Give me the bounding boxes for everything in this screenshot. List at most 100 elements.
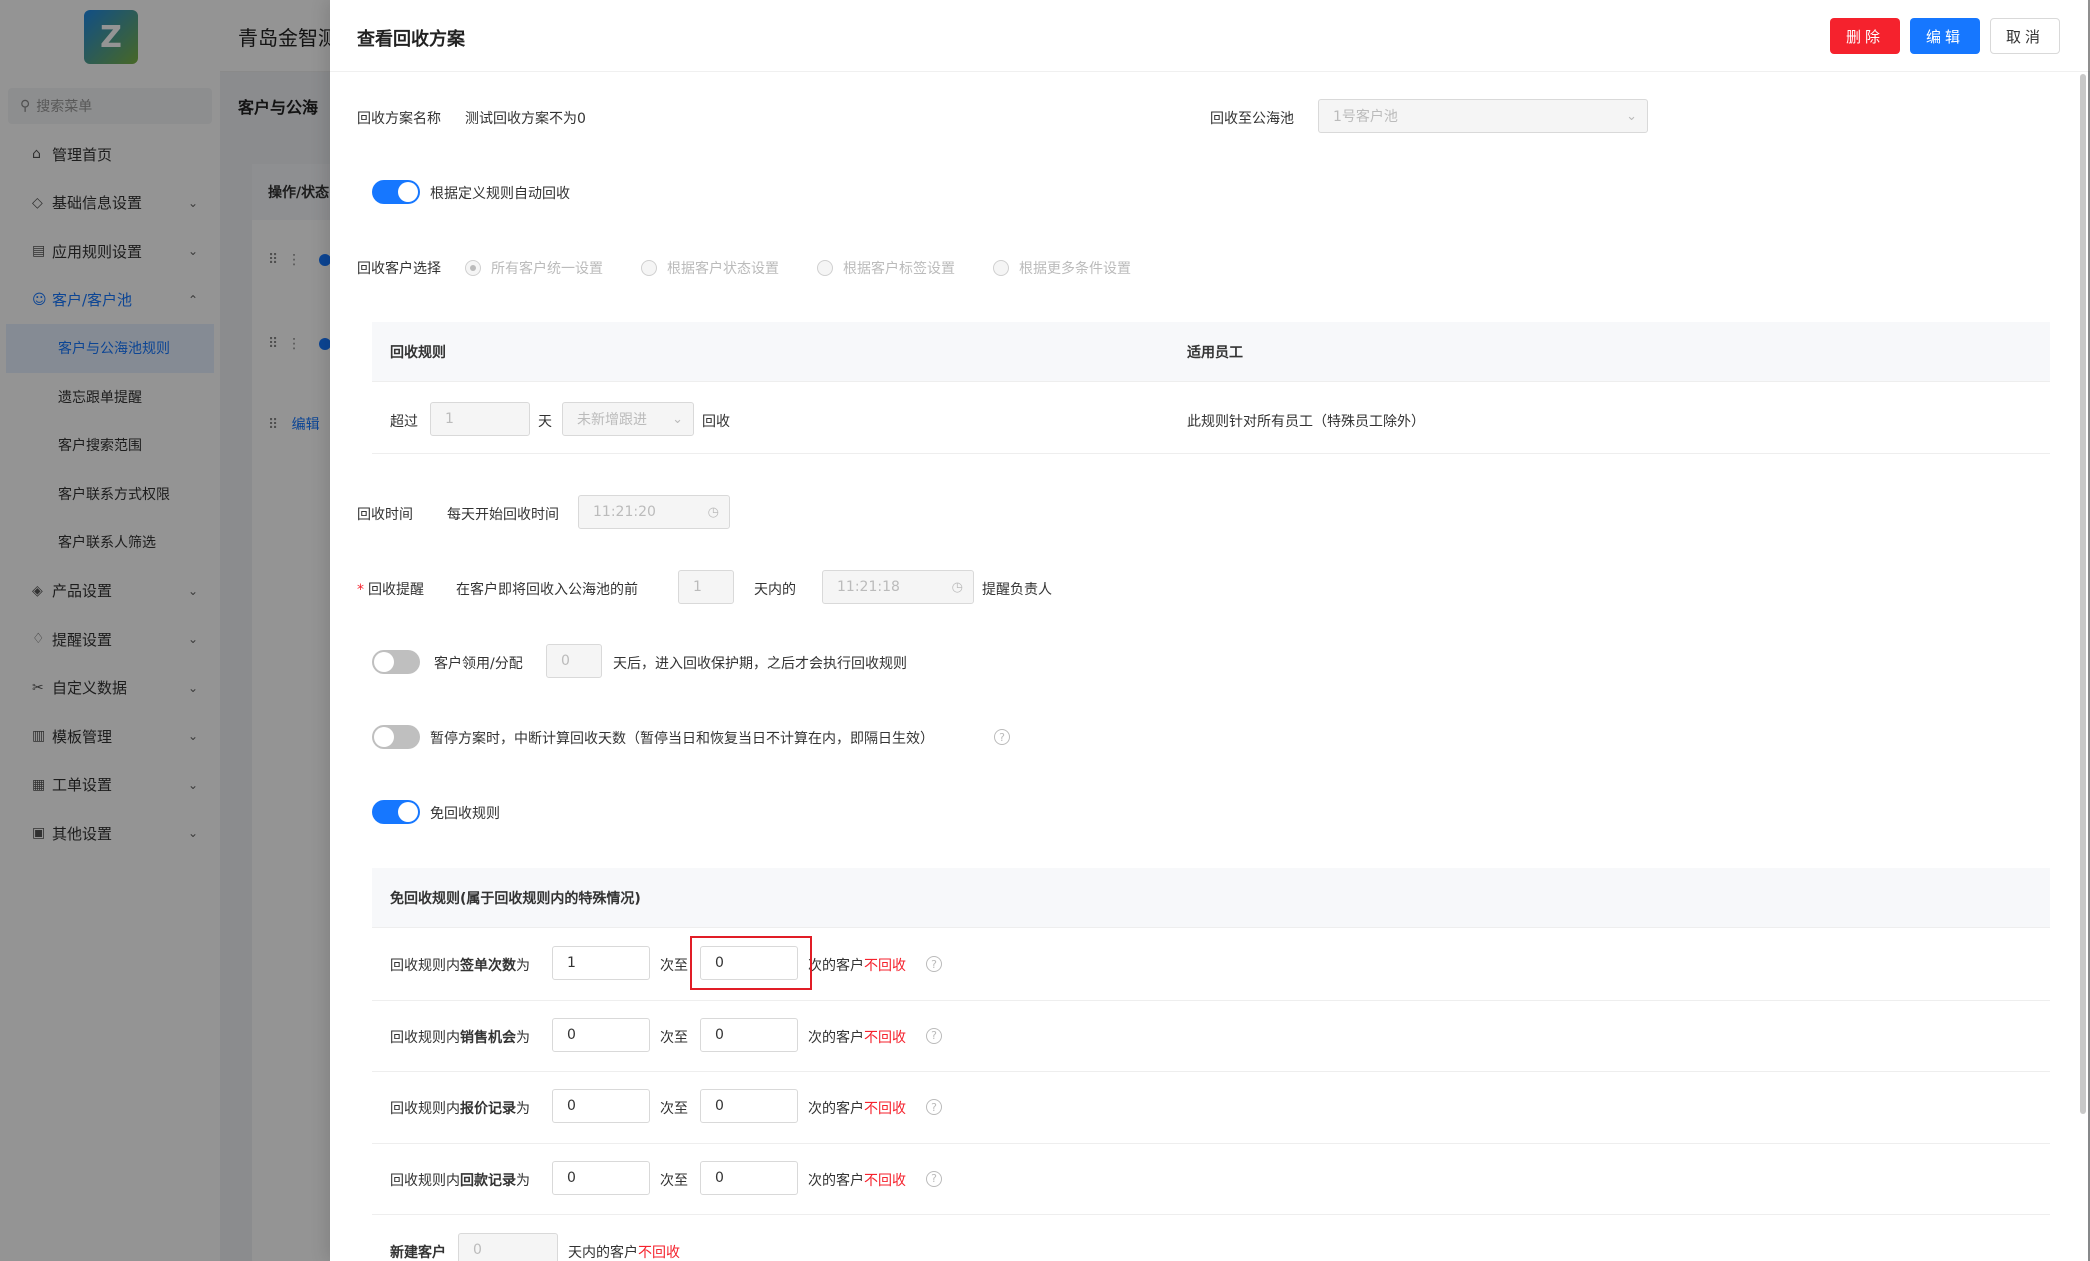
plan-name-label: 回收方案名称 [357,111,441,127]
chevron-down-icon: ⌄ [1626,108,1637,124]
highlight-box [690,936,812,990]
exceed-label: 超过 [390,414,418,430]
help-icon[interactable]: ? [994,729,1010,745]
exempt-prefix: 回收规则内 [390,958,460,974]
exempt-field: 签单次数 [460,958,516,974]
recycle-time-picker[interactable]: 11:21:20 ◷ [578,495,730,529]
exempt-to-text: 次至 [660,1172,688,1189]
exempt-prefix: 回收规则内 [390,1101,460,1117]
reminder-days-input[interactable]: 1 [678,570,734,604]
protection-days-input[interactable]: 0 [546,644,602,678]
rule-days-input[interactable]: 1 [430,402,530,436]
new-customer-days-input[interactable]: 0 [458,1233,558,1261]
new-customer-label: 新建客户 [390,1245,446,1261]
new-customer-suffix-text: 天内的客户 [568,1245,638,1261]
protection-suffix: 天后，进入回收保护期，之后才会执行回收规则 [613,656,907,672]
pool-select-value: 1号客户池 [1333,109,1398,125]
exempt-suffix: 次的客户不回收 [808,1098,906,1118]
pause-toggle[interactable] [372,725,420,749]
rule-column-header: 回收规则 [390,345,446,361]
reminder-time-picker[interactable]: 11:21:18 ◷ [822,570,974,604]
clock-icon: ◷ [707,504,719,520]
radio-icon [817,260,833,276]
exempt-field: 回款记录 [460,1172,516,1189]
exempt-is: 为 [516,1101,530,1117]
reminder-label-text: 回收提醒 [368,582,424,598]
protection-toggle[interactable] [372,650,420,674]
exempt-to-input[interactable]: 0 [700,1089,798,1123]
reminder-days-suffix: 天内的 [754,582,796,598]
rule-table-header: 回收规则 适用员工 [372,322,2050,382]
exempt-to-input[interactable]: 0 [700,1160,798,1195]
exempt-row-label: 回收规则内签单次数为 [390,955,530,975]
exempt-table-title: 免回收规则(属于回收规则内的特殊情况) [390,891,641,907]
pool-select[interactable]: 1号客户池 ⌄ [1318,99,1648,133]
divider [372,1214,2050,1215]
not-recycle-text: 不回收 [638,1245,680,1261]
staff-value: 此规则针对所有员工（特殊员工除外） [1187,414,1425,430]
exempt-from-input[interactable]: 0 [552,1017,650,1052]
reminder-prefix: 在客户即将回收入公海池的前 [456,582,638,598]
recycle-label: 回收 [702,414,730,430]
exempt-prefix: 回收规则内 [390,1172,460,1189]
auto-recycle-toggle[interactable] [372,180,420,204]
drawer-title: 查看回收方案 [357,29,465,50]
exempt-field: 销售机会 [460,1029,516,1046]
radio-label: 根据更多条件设置 [1019,261,1131,277]
exempt-suffix: 次的客户不回收 [808,1027,906,1047]
help-icon[interactable]: ? [926,1099,942,1115]
radio-label: 所有客户统一设置 [491,261,603,277]
radio-label: 根据客户标签设置 [843,261,955,277]
exempt-from-input[interactable]: 1 [552,946,650,980]
exempt-to-text: 次至 [660,1029,688,1046]
help-icon[interactable]: ? [926,1170,942,1187]
customer-select-label: 回收客户选择 [357,261,441,277]
not-recycle-text: 不回收 [864,958,906,974]
divider [372,999,2050,1001]
reminder-label: * 回收提醒 [357,579,424,599]
exempt-from-input[interactable]: 0 [552,1160,650,1195]
divider [372,1142,2050,1144]
reminder-time-value: 11:21:18 [837,579,900,595]
radio-by-tag[interactable]: 根据客户标签设置 [817,258,955,278]
pause-label: 暂停方案时，中断计算回收天数（暂停当日和恢复当日不计算在内，即隔日生效） [430,731,934,747]
drawer-scrollbar[interactable] [2080,74,2086,1114]
clock-icon: ◷ [951,579,963,595]
exempt-customer-text: 次的客户 [808,958,864,974]
chevron-down-icon: ⌄ [672,411,683,427]
exempt-to-input[interactable]: 0 [700,1017,798,1052]
exempt-row-label: 回收规则内回款记录为 [390,1170,530,1190]
exempt-field: 报价记录 [460,1101,516,1117]
exempt-prefix: 回收规则内 [390,1029,460,1046]
exempt-to-text: 次至 [660,958,688,974]
plan-name-value: 测试回收方案不为0 [465,111,586,127]
radio-more-conditions[interactable]: 根据更多条件设置 [993,258,1131,278]
required-mark: * [357,582,364,598]
exempt-table-header: 免回收规则(属于回收规则内的特殊情况) [372,868,2050,928]
exempt-from-input[interactable]: 0 [552,1089,650,1123]
help-icon[interactable]: ? [926,1027,942,1044]
staff-column-header: 适用员工 [1187,345,1243,361]
daily-time-label: 每天开始回收时间 [447,507,559,523]
not-recycle-text: 不回收 [864,1101,906,1117]
pool-label: 回收至公海池 [1210,111,1294,127]
exempt-label: 免回收规则 [430,806,500,822]
not-recycle-text: 不回收 [864,1029,906,1046]
drawer-header: 查看回收方案 删除 编辑 取消 [330,0,2088,72]
divider [372,453,2050,454]
drawer-body: 回收方案名称 测试回收方案不为0 回收至公海池 1号客户池 ⌄ 根据定义规则自动… [330,72,2070,1261]
help-icon[interactable]: ? [926,956,942,972]
exempt-customer-text: 次的客户 [808,1101,864,1117]
radio-checked-icon [465,260,481,276]
radio-all-customers[interactable]: 所有客户统一设置 [465,258,603,278]
exempt-customer-text: 次的客户 [808,1172,864,1189]
cancel-button[interactable]: 取消 [1990,18,2060,54]
delete-button[interactable]: 删除 [1830,18,1900,54]
rule-condition-select[interactable]: 未新增跟进 ⌄ [562,402,694,436]
radio-label: 根据客户状态设置 [667,261,779,277]
edit-button[interactable]: 编辑 [1910,18,1980,54]
not-recycle-text: 不回收 [864,1172,906,1189]
reminder-suffix: 提醒负责人 [982,582,1052,598]
exempt-toggle[interactable] [372,800,420,824]
radio-by-status[interactable]: 根据客户状态设置 [641,258,779,278]
